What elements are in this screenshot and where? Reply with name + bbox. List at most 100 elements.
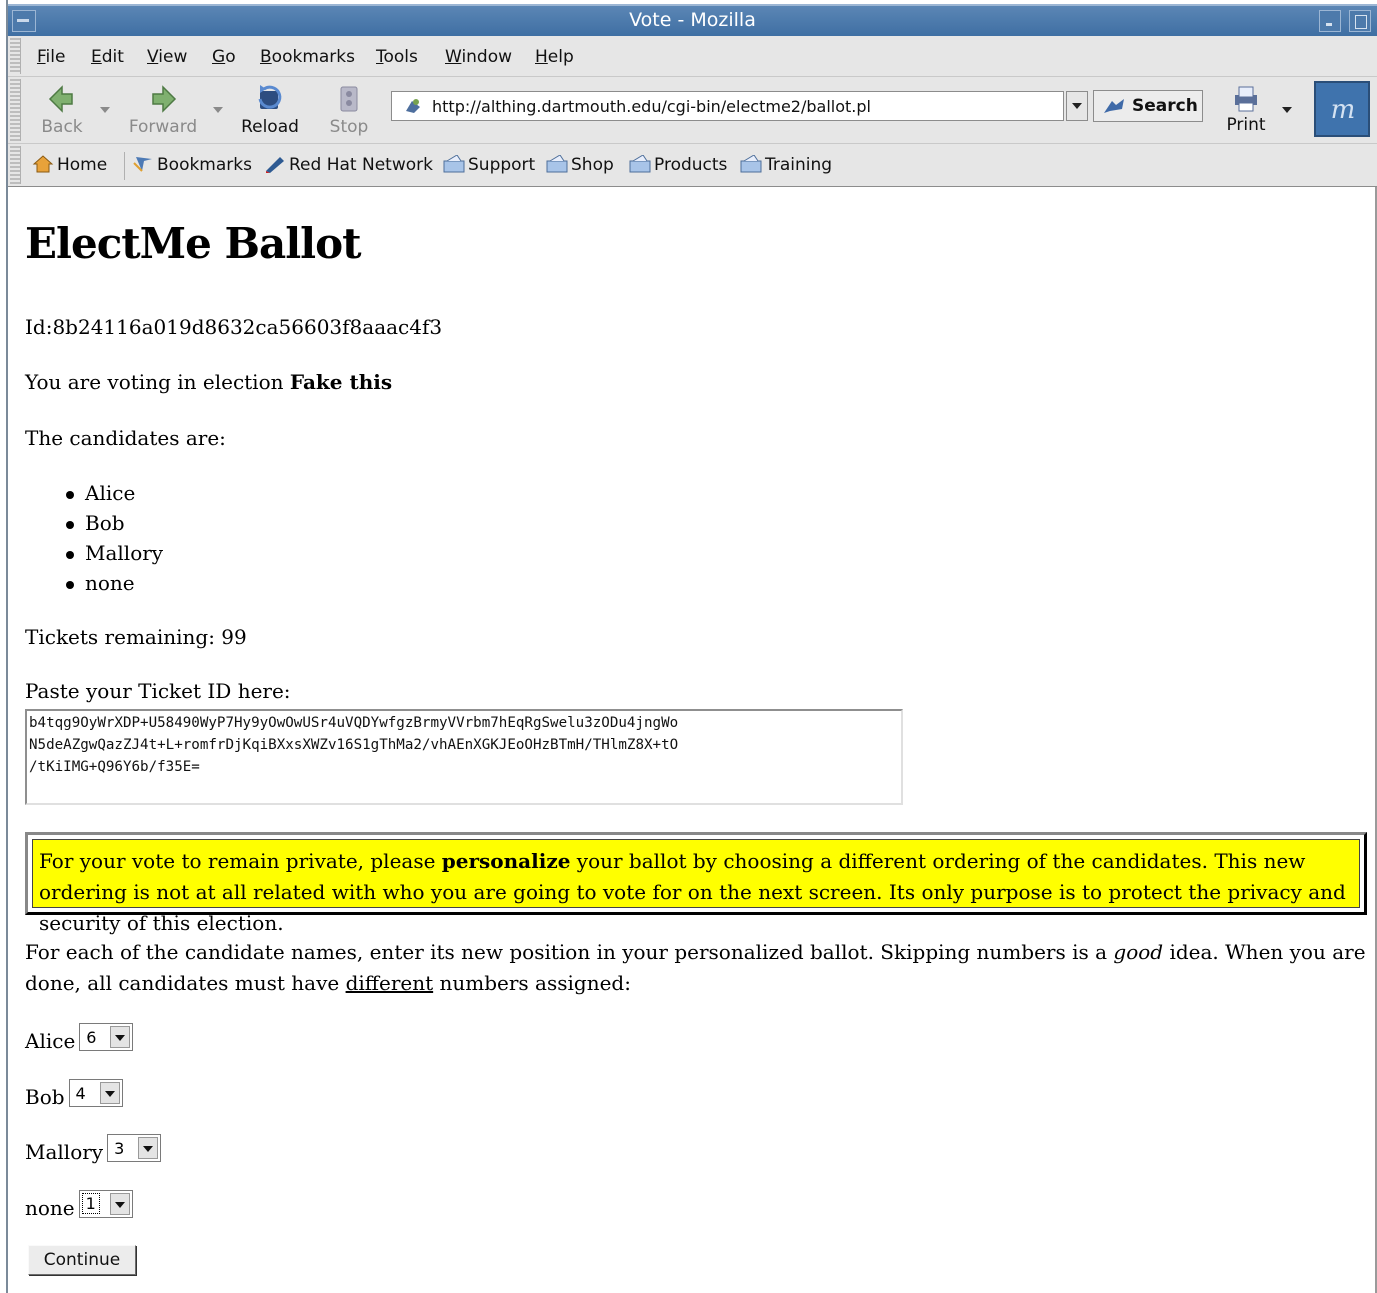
position-select-alice[interactable]: 6 (79, 1023, 134, 1051)
reload-button[interactable]: Reload (238, 83, 302, 137)
menubar-grip[interactable] (10, 38, 21, 74)
menu-go[interactable]: Go (212, 47, 236, 67)
chevron-down-icon (104, 1091, 115, 1097)
menu-window[interactable]: Window (445, 47, 512, 67)
position-row-mallory: Mallory 3 (25, 1134, 162, 1164)
print-icon (1235, 86, 1257, 112)
folder-icon (546, 155, 568, 173)
home-icon (32, 155, 54, 173)
chevron-down-icon (1072, 103, 1082, 109)
list-item: Alice (65, 481, 163, 511)
menu-view[interactable]: View (147, 47, 187, 67)
bookmark-red-hat-network[interactable]: Red Hat Network (264, 155, 433, 175)
stop-label: Stop (329, 117, 369, 137)
url-text: http://althing.dartmouth.edu/cgi-bin/ele… (432, 97, 871, 116)
bookmark-shop[interactable]: Shop (546, 155, 614, 175)
position-row-none: none 1 (25, 1190, 133, 1220)
reload-icon (258, 85, 282, 109)
bookmarks-icon (133, 157, 152, 172)
search-button[interactable]: Search (1093, 90, 1203, 122)
bookmark-support[interactable]: Support (443, 155, 535, 175)
url-dropdown-button[interactable] (1066, 91, 1088, 121)
position-row-bob: Bob 4 (25, 1079, 123, 1109)
maximize-button[interactable] (1349, 10, 1371, 32)
position-label: none (25, 1196, 75, 1220)
position-select-none[interactable]: 1 (78, 1190, 133, 1218)
menu-bookmarks[interactable]: Bookmarks (260, 47, 355, 67)
folder-icon (740, 155, 762, 173)
notice-text-1: For your vote to remain private, please (39, 849, 442, 873)
ballot-id: Id:8b24116a019d8632ca56603f8aaac4f3 (25, 315, 443, 339)
browser-chrome: File Edit View Go Bookmarks Tools Window… (8, 36, 1377, 187)
bookmark-home-label: Home (57, 155, 108, 175)
mozilla-logo[interactable]: m (1314, 81, 1370, 137)
position-label: Mallory (25, 1140, 104, 1164)
title-bar: Vote - Mozilla (8, 4, 1377, 36)
window-title: Vote - Mozilla (629, 9, 756, 31)
position-label: Bob (25, 1085, 65, 1109)
bookmark-training-label: Training (765, 155, 833, 175)
position-select-bob[interactable]: 4 (68, 1079, 123, 1107)
election-prefix: You are voting in election (25, 370, 290, 394)
forward-button[interactable]: Forward (124, 83, 202, 137)
folder-icon (629, 155, 651, 173)
bookmark-shop-label: Shop (571, 155, 614, 175)
bookmarks-grip[interactable] (10, 146, 21, 184)
ticket-id-input[interactable] (25, 709, 903, 805)
menu-bar: File Edit View Go Bookmarks Tools Window… (8, 36, 1377, 77)
menu-tools[interactable]: Tools (376, 47, 418, 67)
election-line: You are voting in election Fake this (25, 370, 392, 394)
instr-text-1: For each of the candidate names, enter i… (25, 940, 1114, 964)
select-value: 1 (81, 1193, 100, 1214)
minimize-button[interactable] (1319, 10, 1341, 32)
forward-label: Forward (128, 117, 198, 137)
print-button[interactable]: Print (1221, 85, 1271, 135)
reload-label: Reload (241, 117, 299, 137)
bookmark-bookmarks[interactable]: Bookmarks (132, 155, 252, 175)
position-row-alice: Alice 6 (25, 1023, 134, 1053)
candidates-intro: The candidates are: (25, 426, 226, 450)
folder-icon (443, 155, 465, 173)
candidate-list: Alice Bob Mallory none (65, 481, 163, 601)
browser-window: Vote - Mozilla File Edit View Go Bookmar… (6, 0, 1377, 1293)
redhat-icon (266, 157, 284, 173)
navigation-toolbar: Back Forward Reload Stop http://althing.… (8, 77, 1377, 144)
instr-underline: different (345, 971, 434, 995)
election-name: Fake this (289, 370, 393, 394)
back-label: Back (41, 117, 83, 137)
back-icon (48, 85, 73, 113)
bookmark-support-label: Support (468, 155, 536, 175)
url-field[interactable]: http://althing.dartmouth.edu/cgi-bin/ele… (391, 91, 1064, 121)
site-icon (406, 99, 420, 113)
print-dropdown-icon[interactable] (1282, 107, 1292, 113)
bookmark-training[interactable]: Training (740, 155, 832, 175)
select-value: 6 (86, 1028, 97, 1047)
chevron-down-icon (143, 1146, 154, 1152)
position-select-mallory[interactable]: 3 (107, 1134, 162, 1162)
continue-button[interactable]: Continue (28, 1245, 136, 1275)
forward-dropdown-icon[interactable] (213, 107, 223, 113)
back-button[interactable]: Back (36, 83, 88, 137)
navbar-grip[interactable] (10, 79, 21, 141)
back-dropdown-icon[interactable] (100, 107, 110, 113)
menu-edit[interactable]: Edit (91, 47, 124, 67)
ticket-label: Paste your Ticket ID here: (25, 679, 291, 703)
list-item: Bob (65, 511, 163, 541)
select-value: 4 (75, 1084, 86, 1103)
print-label: Print (1226, 115, 1266, 135)
bookmark-home[interactable]: Home (32, 155, 107, 175)
bookmark-separator (124, 152, 125, 180)
bookmark-red-hat-network-label: Red Hat Network (289, 155, 433, 175)
page-title: ElectMe Ballot (25, 219, 362, 268)
privacy-notice-text: For your vote to remain private, please … (32, 839, 1360, 935)
instructions: For each of the candidate names, enter i… (25, 937, 1367, 999)
list-item: Mallory (65, 541, 163, 571)
bookmarks-toolbar: Home Bookmarks Red Hat Network Support S… (8, 144, 1377, 186)
instr-emphasis: good (1113, 940, 1164, 964)
search-icon (1104, 99, 1124, 113)
bookmark-products[interactable]: Products (629, 155, 727, 175)
menu-file[interactable]: File (37, 47, 65, 67)
notice-emphasis: personalize (441, 849, 571, 873)
stop-button[interactable]: Stop (326, 83, 372, 137)
menu-help[interactable]: Help (535, 47, 574, 67)
